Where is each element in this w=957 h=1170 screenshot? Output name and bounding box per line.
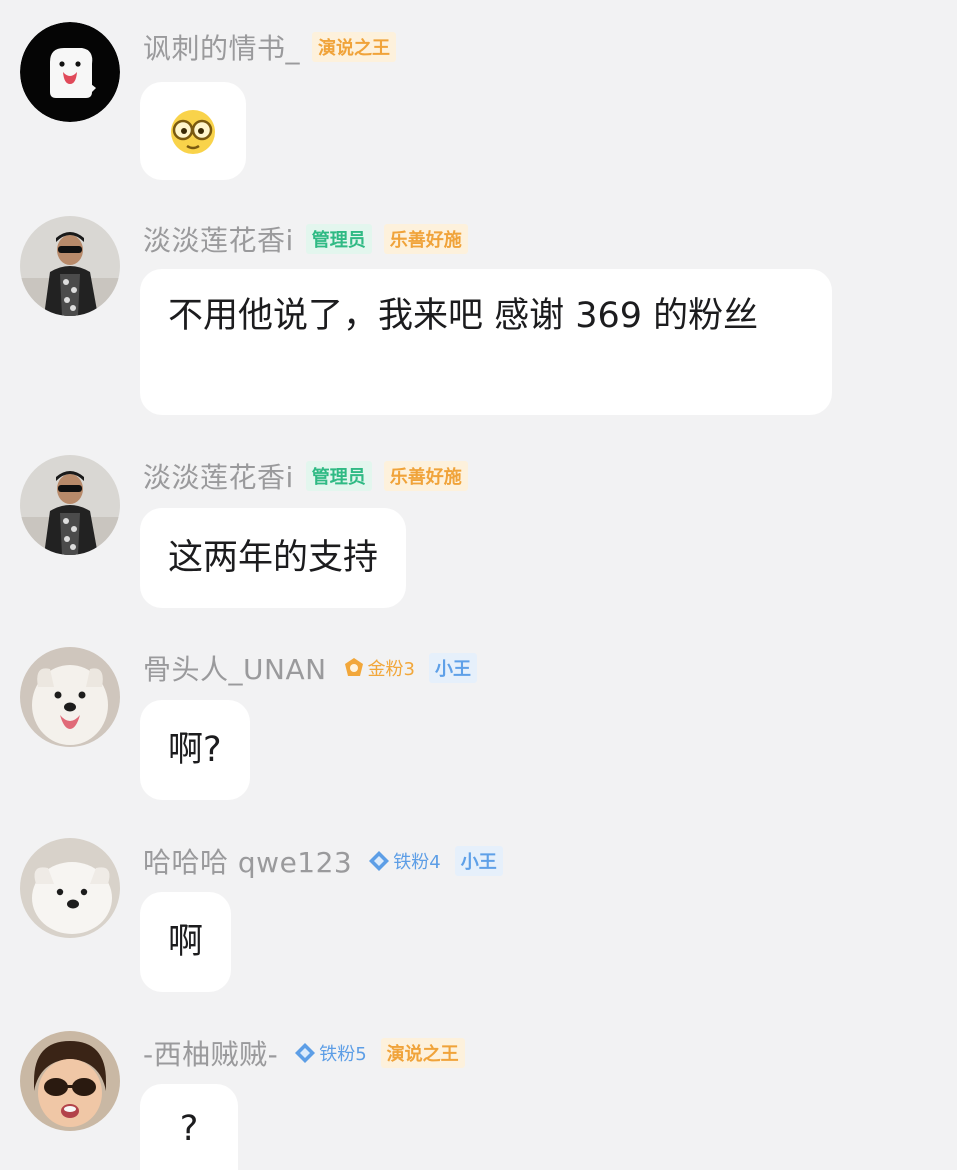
message-bubble[interactable] — [140, 82, 246, 180]
admin-badge: 管理员 — [305, 224, 372, 254]
username[interactable]: 淡淡莲花香i — [143, 219, 294, 259]
nerd-glasses-emoji-icon — [171, 110, 215, 154]
title-badge: 乐善好施 — [383, 461, 468, 491]
chat-message-list: 讽刺的情书_ 演说之王 淡淡莲花香i 管理员 乐善好施 不用他说了，我来吧 感谢… — [0, 0, 957, 1170]
user-avatar[interactable] — [20, 22, 120, 122]
fan-level-badge: 铁粉4 — [366, 846, 442, 876]
title-badge: 演说之王 — [380, 1038, 465, 1068]
username[interactable]: -西柚贼贼- — [143, 1033, 278, 1073]
message-bubble[interactable]: 啊? — [140, 700, 250, 800]
man-sunglasses-avatar-icon — [20, 455, 120, 555]
user-avatar[interactable] — [20, 1031, 120, 1131]
man-sunglasses-avatar-icon — [20, 216, 120, 316]
title-badge: 演说之王 — [312, 32, 397, 62]
message-text: 这两年的支持 — [168, 538, 379, 578]
iron-fan-icon — [369, 851, 390, 871]
title-badge: 小王 — [454, 846, 503, 876]
username[interactable]: 淡淡莲花香i — [143, 456, 294, 496]
user-avatar[interactable] — [20, 647, 120, 747]
username[interactable]: 骨头人_UNAN — [143, 648, 327, 688]
admin-badge: 管理员 — [305, 461, 372, 491]
fan-level-label: 金粉3 — [367, 659, 415, 680]
fan-level-label: 铁粉5 — [319, 1044, 367, 1065]
message-text: ? — [179, 1109, 199, 1149]
fan-level-badge: 铁粉5 — [292, 1038, 368, 1068]
message-header: 哈哈哈 qwe123 铁粉4 小王 — [143, 841, 503, 881]
message-bubble[interactable]: 这两年的支持 — [140, 508, 407, 608]
message-bubble[interactable]: 啊 — [140, 892, 232, 992]
username[interactable]: 讽刺的情书_ — [143, 27, 300, 67]
user-avatar[interactable] — [20, 838, 120, 938]
fan-level-badge: 金粉3 — [341, 653, 417, 683]
user-avatar[interactable] — [20, 216, 120, 316]
message-bubble[interactable]: ? — [140, 1084, 238, 1170]
message-header: 淡淡莲花香i 管理员 乐善好施 — [143, 456, 468, 496]
message-text: 啊 — [168, 922, 204, 962]
message-text: 啊? — [168, 730, 222, 770]
message-text: 不用他说了，我来吧 感谢 369 的粉丝 — [168, 296, 759, 336]
gold-fan-icon — [344, 658, 363, 676]
white-dog-avatar-icon — [20, 647, 120, 747]
title-badge: 乐善好施 — [383, 224, 468, 254]
username[interactable]: 哈哈哈 qwe123 — [143, 841, 352, 881]
message-header: 骨头人_UNAN 金粉3 小王 — [143, 648, 477, 688]
child-sunglasses-avatar-icon — [20, 1031, 120, 1131]
message-header: 淡淡莲花香i 管理员 乐善好施 — [143, 219, 468, 259]
white-puppy-avatar-icon — [20, 838, 120, 938]
message-header: -西柚贼贼- 铁粉5 演说之王 — [143, 1033, 465, 1073]
user-avatar[interactable] — [20, 455, 120, 555]
fan-level-label: 铁粉4 — [393, 852, 441, 873]
white-toast-cartoon-avatar-icon — [20, 22, 120, 122]
message-bubble[interactable]: 不用他说了，我来吧 感谢 369 的粉丝 — [140, 269, 832, 415]
title-badge: 小王 — [429, 653, 477, 683]
message-header: 讽刺的情书_ 演说之王 — [143, 27, 397, 67]
iron-fan-icon — [295, 1043, 316, 1063]
